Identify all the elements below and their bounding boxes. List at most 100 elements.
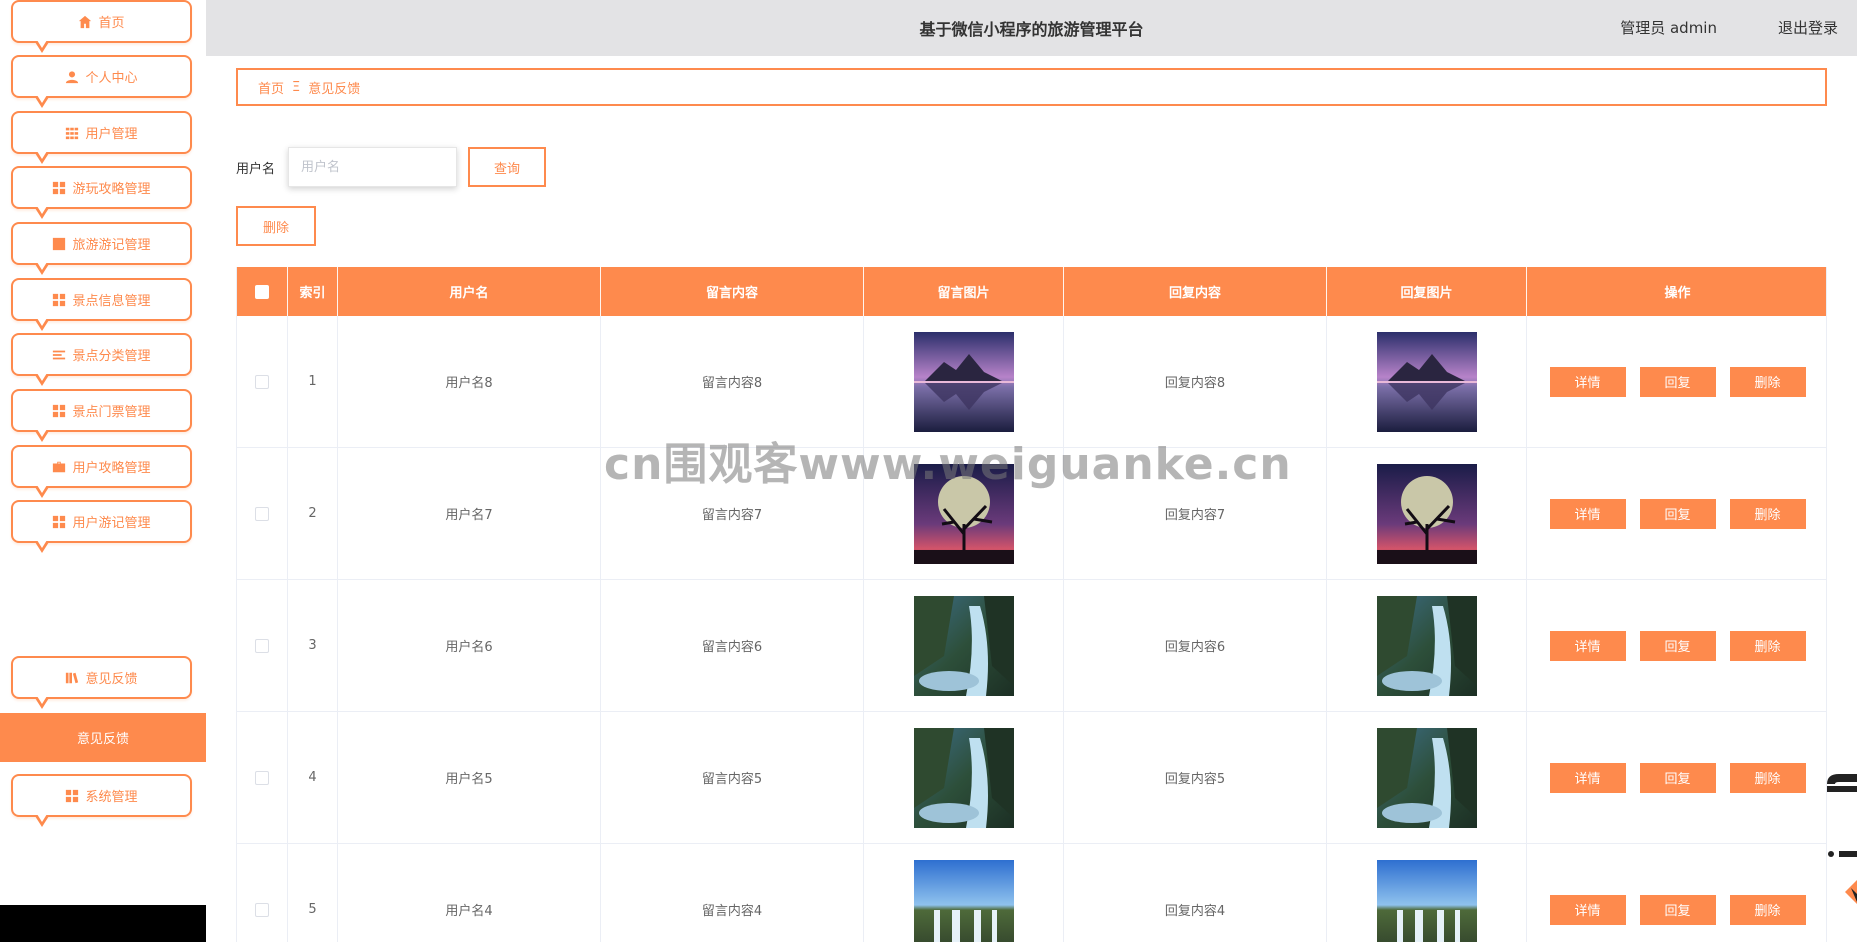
row-message: 留言内容4 — [601, 844, 864, 942]
breadcrumb-home[interactable]: 首页 — [258, 78, 284, 97]
breadcrumb: 首页 Ξ 意见反馈 — [236, 68, 1827, 106]
delete-button[interactable]: 删除 — [1729, 762, 1806, 793]
row-message: 留言内容5 — [601, 712, 864, 843]
sidebar-item-label: 意见反馈 — [85, 672, 138, 687]
sidebar-item-label: 景点分类管理 — [72, 349, 151, 364]
message-image[interactable] — [913, 859, 1014, 942]
reply-image[interactable] — [1376, 595, 1477, 696]
detail-button[interactable]: 详情 — [1549, 630, 1626, 661]
grid-icon — [66, 127, 79, 139]
edge-decoration-icon — [1827, 774, 1857, 904]
user-icon — [66, 70, 79, 83]
row-reply: 回复内容5 — [1064, 712, 1327, 843]
sidebar-item-feedback[interactable]: 意见反馈 — [11, 656, 192, 709]
app-title: 基于微信小程序的旅游管理平台 — [919, 20, 1144, 39]
sidebar-item-tickets[interactable]: 景点门票管理 — [11, 389, 192, 442]
row-checkbox[interactable] — [255, 506, 269, 521]
sidebar-item-users[interactable]: 用户管理 — [11, 111, 192, 164]
reply-button[interactable]: 回复 — [1639, 366, 1716, 397]
reply-button[interactable]: 回复 — [1639, 498, 1716, 529]
table-header-row: 索引 用户名 留言内容 留言图片 回复内容 回复图片 操作 — [237, 267, 1826, 316]
search-label: 用户名 — [236, 162, 276, 177]
batch-delete-button[interactable]: 删除 — [236, 206, 316, 246]
query-button[interactable]: 查询 — [468, 147, 546, 187]
row-username: 用户名5 — [338, 712, 601, 843]
row-index: 2 — [288, 448, 338, 579]
sidebar-item-label: 旅游游记管理 — [72, 238, 151, 253]
submenu-item-feedback[interactable]: 意见反馈 — [0, 713, 206, 762]
apps-icon — [53, 293, 66, 306]
table-row: 4 用户名5 留言内容5 回复内容5 详情 回复 删除 — [237, 712, 1826, 844]
book-icon — [66, 672, 79, 683]
row-checkbox[interactable] — [255, 374, 269, 389]
message-image[interactable] — [913, 727, 1014, 828]
row-index: 5 — [288, 844, 338, 942]
column-header: 留言内容 — [601, 267, 864, 316]
row-username: 用户名4 — [338, 844, 601, 942]
sidebar-item-travelogs[interactable]: 旅游游记管理 — [11, 222, 192, 275]
sidebar-item-label: 用户管理 — [85, 127, 138, 142]
column-header: 回复图片 — [1327, 267, 1527, 316]
header-select-all[interactable] — [237, 267, 288, 316]
sidebar: 首页 个人中心 用户管理 游玩攻略管理 旅游游记管理 景点信息管理 景点分类管理… — [0, 0, 206, 942]
sidebar-item-label: 系统管理 — [85, 790, 138, 805]
list-icon — [53, 350, 66, 359]
detail-button[interactable]: 详情 — [1549, 894, 1626, 925]
sidebar-item-label: 首页 — [98, 16, 125, 31]
sidebar-item-home[interactable]: 首页 — [11, 0, 192, 53]
delete-button[interactable]: 删除 — [1729, 498, 1806, 529]
sidebar-item-system[interactable]: 系统管理 — [11, 774, 192, 827]
reply-image[interactable] — [1376, 859, 1477, 942]
row-checkbox[interactable] — [255, 770, 269, 785]
row-index: 1 — [288, 316, 338, 447]
breadcrumb-separator-icon: Ξ — [292, 79, 301, 95]
row-reply: 回复内容6 — [1064, 580, 1327, 711]
row-checkbox[interactable] — [255, 902, 269, 917]
sidebar-item-label: 游玩攻略管理 — [72, 182, 151, 197]
column-header: 索引 — [288, 267, 338, 316]
sidebar-item-categories[interactable]: 景点分类管理 — [11, 333, 192, 386]
row-message: 留言内容6 — [601, 580, 864, 711]
row-checkbox[interactable] — [255, 638, 269, 653]
username-search-input[interactable] — [288, 147, 457, 187]
row-index: 4 — [288, 712, 338, 843]
select-all-checkbox[interactable] — [255, 284, 269, 299]
sidebar-item-guides[interactable]: 游玩攻略管理 — [11, 166, 192, 219]
table-row: 3 用户名6 留言内容6 回复内容6 详情 回复 删除 — [237, 580, 1826, 712]
reply-button[interactable]: 回复 — [1639, 894, 1716, 925]
column-header: 回复内容 — [1064, 267, 1327, 316]
logout-link[interactable]: 退出登录 — [1778, 17, 1838, 38]
detail-button[interactable]: 详情 — [1549, 498, 1626, 529]
reply-button[interactable]: 回复 — [1639, 630, 1716, 661]
sidebar-item-profile[interactable]: 个人中心 — [11, 55, 192, 108]
row-reply: 回复内容4 — [1064, 844, 1327, 942]
delete-button[interactable]: 删除 — [1729, 630, 1806, 661]
reply-image[interactable] — [1376, 331, 1477, 432]
watermark-text: cn围观客www.weiguanke.cn — [604, 439, 1292, 490]
feedback-table: 索引 用户名 留言内容 留言图片 回复内容 回复图片 操作 1 用户名8 留言内… — [236, 267, 1827, 942]
delete-button[interactable]: 删除 — [1729, 366, 1806, 397]
reply-button[interactable]: 回复 — [1639, 762, 1716, 793]
apps-icon — [66, 789, 79, 802]
reply-image[interactable] — [1376, 727, 1477, 828]
apps-icon — [53, 181, 66, 194]
sidebar-item-user-guides[interactable]: 用户攻略管理 — [11, 445, 192, 498]
sidebar-item-user-travelogs[interactable]: 用户游记管理 — [11, 500, 192, 553]
sidebar-item-label: 用户攻略管理 — [72, 461, 151, 476]
detail-button[interactable]: 详情 — [1549, 762, 1626, 793]
row-username: 用户名7 — [338, 448, 601, 579]
apps-icon — [53, 404, 66, 417]
delete-button[interactable]: 删除 — [1729, 894, 1806, 925]
reply-image[interactable] — [1376, 463, 1477, 564]
apps-icon — [53, 515, 66, 528]
message-image[interactable] — [913, 331, 1014, 432]
top-header: 基于微信小程序的旅游管理平台 管理员 admin 退出登录 — [206, 0, 1857, 56]
sidebar-item-spots[interactable]: 景点信息管理 — [11, 278, 192, 331]
chart-icon — [53, 237, 66, 250]
sidebar-footer-bar — [0, 905, 206, 942]
detail-button[interactable]: 详情 — [1549, 366, 1626, 397]
message-image[interactable] — [913, 595, 1014, 696]
sidebar-item-label: 个人中心 — [85, 71, 138, 86]
row-username: 用户名6 — [338, 580, 601, 711]
sidebar-item-label: 景点门票管理 — [72, 405, 151, 420]
